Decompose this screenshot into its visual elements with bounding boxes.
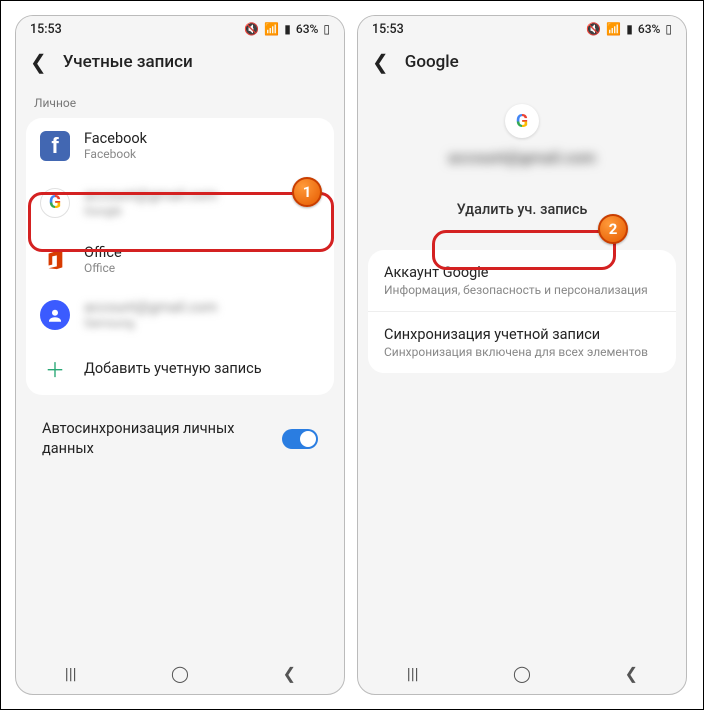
- back-button[interactable]: ❮: [30, 52, 47, 72]
- options-card: Аккаунт Google Информация, безопасность …: [368, 250, 676, 373]
- nav-back[interactable]: ❮: [611, 664, 651, 683]
- account-summary: G account@gmail.com Удалить уч. запись: [358, 92, 686, 240]
- battery-icon: ▯: [323, 22, 330, 36]
- office-icon: [40, 245, 70, 275]
- battery-text: 63%: [296, 22, 318, 36]
- account-sub: Google: [84, 204, 320, 218]
- account-title: account@gmail.com: [84, 187, 320, 204]
- account-sub: Facebook: [84, 147, 320, 161]
- item-title: Синхронизация учетной записи: [384, 326, 660, 343]
- google-icon: G: [505, 104, 539, 138]
- item-title: Аккаунт Google: [384, 264, 660, 281]
- header: ❮ Google: [358, 42, 686, 92]
- account-sub: Samsung: [84, 316, 320, 330]
- battery-icon: ▯: [665, 22, 672, 36]
- account-row-google[interactable]: G account@gmail.com Google: [26, 173, 334, 232]
- phone-accounts: 15:53 🔇 📶 ▮ 63% ▯ ❮ Учетные записи Лично…: [15, 15, 345, 695]
- google-account-settings[interactable]: Аккаунт Google Информация, безопасность …: [368, 250, 676, 311]
- nav-bar: ||| ◯ ❮: [358, 652, 686, 694]
- autosync-label: Автосинхронизация личных данных: [42, 419, 272, 458]
- nav-home[interactable]: ◯: [502, 664, 542, 683]
- add-account-row[interactable]: ＋ Добавить учетную запись: [26, 342, 334, 395]
- remove-account-button[interactable]: Удалить уч. запись: [443, 193, 602, 226]
- mute-icon: 🔇: [244, 22, 259, 36]
- samsung-account-icon: [40, 300, 70, 330]
- item-sub: Синхронизация включена для всех элементо…: [384, 345, 660, 359]
- callout-badge-2: 2: [598, 214, 628, 244]
- account-title: Office: [84, 244, 320, 261]
- status-icons: 🔇 📶 ▮ 63% ▯: [244, 22, 330, 36]
- status-bar: 15:53 🔇 📶 ▮ 63% ▯: [358, 16, 686, 42]
- add-account-label: Добавить учетную запись: [84, 360, 262, 377]
- mute-icon: 🔇: [586, 22, 601, 36]
- callout-badge-1: 1: [292, 177, 322, 207]
- nav-recents[interactable]: |||: [51, 664, 91, 683]
- account-row-samsung[interactable]: account@gmail.com Samsung: [26, 287, 334, 342]
- section-label: Личное: [16, 92, 344, 118]
- signal-icon: ▮: [284, 22, 291, 36]
- account-row-office[interactable]: Office Office: [26, 232, 334, 287]
- item-sub: Информация, безопасность и персонализаци…: [384, 283, 660, 297]
- account-title: Facebook: [84, 130, 320, 147]
- account-sync[interactable]: Синхронизация учетной записи Синхронизац…: [368, 311, 676, 373]
- autosync-row[interactable]: Автосинхронизация личных данных: [26, 405, 334, 472]
- nav-back[interactable]: ❮: [269, 664, 309, 683]
- battery-text: 63%: [638, 22, 660, 36]
- status-time: 15:53: [372, 22, 404, 37]
- autosync-toggle[interactable]: [282, 429, 318, 449]
- account-row-facebook[interactable]: f Facebook Facebook: [26, 118, 334, 173]
- accounts-card: f Facebook Facebook G account@gmail.com …: [26, 118, 334, 395]
- header: ❮ Учетные записи: [16, 42, 344, 92]
- status-icons: 🔇 📶 ▮ 63% ▯: [586, 22, 672, 36]
- status-time: 15:53: [30, 22, 62, 37]
- google-icon: G: [40, 188, 70, 218]
- signal-icon: ▮: [626, 22, 633, 36]
- plus-icon: ＋: [40, 354, 70, 383]
- nav-recents[interactable]: |||: [393, 664, 433, 683]
- page-title: Учетные записи: [63, 52, 193, 72]
- wifi-icon: 📶: [264, 22, 279, 36]
- facebook-icon: f: [40, 131, 70, 161]
- nav-bar: ||| ◯ ❮: [16, 652, 344, 694]
- back-button[interactable]: ❮: [372, 52, 389, 72]
- phone-google-account: 15:53 🔇 📶 ▮ 63% ▯ ❮ Google G account@gma…: [357, 15, 687, 695]
- status-bar: 15:53 🔇 📶 ▮ 63% ▯: [16, 16, 344, 42]
- page-title: Google: [405, 52, 459, 72]
- account-title: account@gmail.com: [84, 299, 320, 316]
- wifi-icon: 📶: [606, 22, 621, 36]
- account-sub: Office: [84, 261, 320, 275]
- nav-home[interactable]: ◯: [160, 664, 200, 683]
- account-email: account@gmail.com: [448, 148, 596, 167]
